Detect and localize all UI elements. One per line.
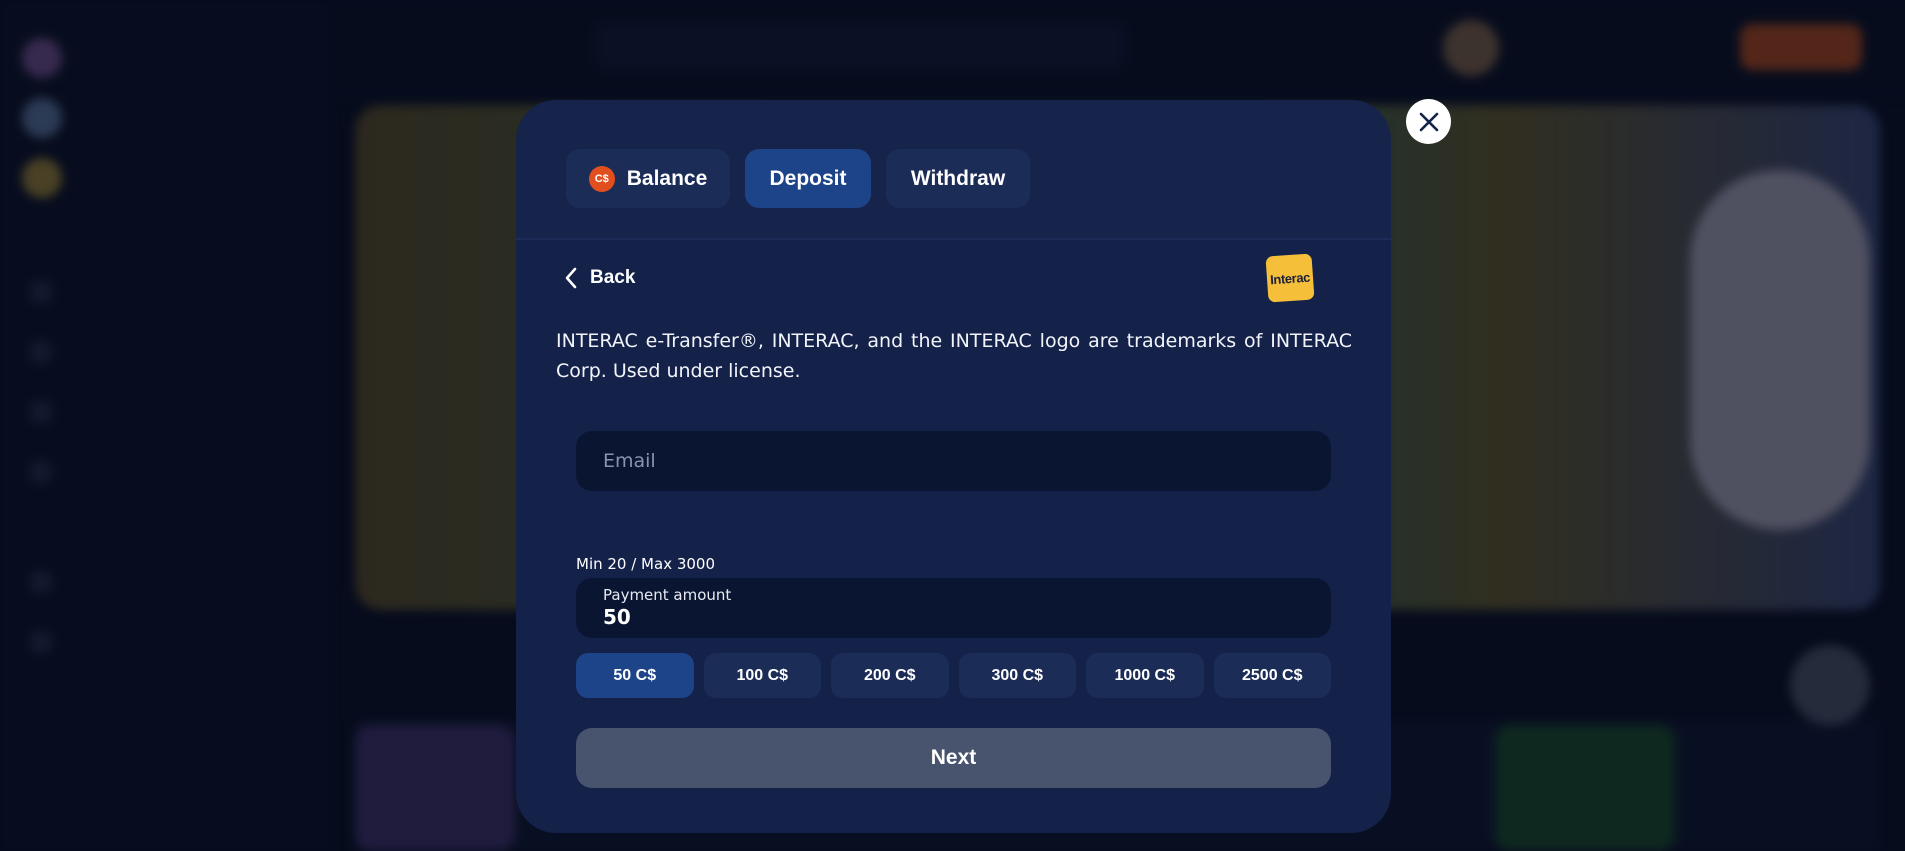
- tab-deposit[interactable]: Deposit: [745, 149, 871, 208]
- payment-amount-label: Payment amount: [603, 586, 732, 604]
- payment-amount-value: 50: [603, 605, 631, 629]
- tab-withdraw[interactable]: Withdraw: [886, 149, 1030, 208]
- email-field[interactable]: Email: [576, 431, 1331, 491]
- preset-amount-button[interactable]: 2500 C$: [1213, 653, 1331, 698]
- tab-balance[interactable]: C$ Balance: [566, 149, 730, 208]
- wallet-modal: C$ Balance Deposit Withdraw Back Interac…: [516, 100, 1391, 833]
- preset-amount-button[interactable]: 200 C$: [831, 653, 949, 698]
- next-button[interactable]: Next: [576, 728, 1331, 788]
- tab-balance-label: Balance: [626, 166, 708, 190]
- tab-withdraw-label: Withdraw: [910, 166, 1006, 190]
- close-icon: [1419, 112, 1438, 131]
- amount-presets: 50 C$ 100 C$ 200 C$ 300 C$ 1000 C$ 2500 …: [576, 653, 1331, 698]
- close-modal-button[interactable]: [1406, 99, 1451, 144]
- trademark-notice: INTERAC e-Transfer®, INTERAC, and the IN…: [556, 330, 1352, 382]
- interac-logo-text: Interac: [1269, 269, 1311, 287]
- back-label: Back: [590, 267, 636, 288]
- email-placeholder: Email: [603, 450, 656, 472]
- back-button[interactable]: Back: [564, 263, 635, 293]
- currency-badge-icon: C$: [588, 165, 615, 192]
- preset-amount-button[interactable]: 100 C$: [703, 653, 821, 698]
- tab-deposit-label: Deposit: [769, 166, 847, 190]
- payment-amount-field[interactable]: Payment amount 50: [576, 578, 1331, 638]
- interac-logo-icon: Interac: [1265, 253, 1315, 303]
- preset-amount-button[interactable]: 50 C$: [576, 653, 694, 698]
- preset-amount-button[interactable]: 1000 C$: [1086, 653, 1204, 698]
- wallet-tabs-header: C$ Balance Deposit Withdraw: [516, 100, 1391, 240]
- amount-limits: Min 20 / Max 3000: [576, 555, 716, 573]
- preset-amount-button[interactable]: 300 C$: [958, 653, 1076, 698]
- chevron-left-icon: [565, 267, 577, 289]
